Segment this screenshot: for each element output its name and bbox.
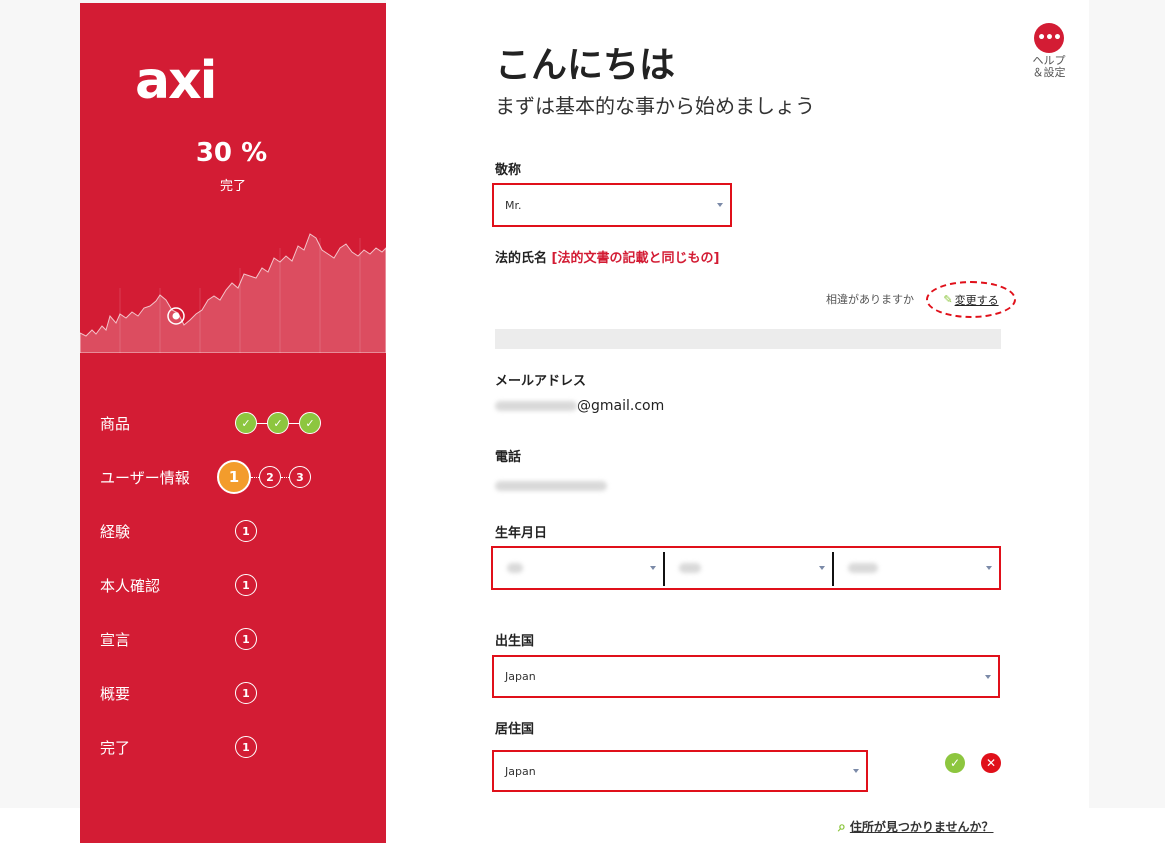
page-title: こんにちは (495, 45, 676, 86)
birth-date-label: 生年月日 (495, 526, 548, 541)
step-label: 商品 (100, 414, 131, 433)
search-icon: ⌕ (838, 818, 846, 835)
redacted-phone (495, 481, 607, 491)
birth-country-select[interactable]: Japan (492, 655, 1000, 698)
step-products[interactable]: 商品 ✓ ✓ ✓ (100, 408, 380, 438)
step-user-info[interactable]: ユーザー情報 1 2 3 (100, 460, 380, 494)
birth-country-label: 出生国 (495, 634, 535, 649)
step-number: 1 (235, 736, 257, 758)
chevron-down-icon (853, 769, 859, 773)
residence-country-label: 居住国 (495, 722, 535, 737)
email-label: メールアドレス (495, 374, 587, 389)
progress-percent-text: 30 % (195, 138, 268, 168)
step-number: 1 (235, 574, 257, 596)
step-label: ユーザー情報 (100, 468, 190, 487)
step-complete[interactable]: 完了 1 (100, 732, 380, 762)
address-not-found-link[interactable]: ⌕ 住所が見つかりませんか？ (838, 818, 994, 835)
step-label: 経験 (100, 522, 131, 541)
step-label: 概要 (100, 684, 131, 703)
residence-country-select[interactable]: Japan (492, 750, 868, 792)
sidebar: axi 30 % 完了 商品 ✓ ✓ ✓ ユーザー情報 1 2 3 経験 1 本… (80, 3, 386, 843)
birth-date-select-group (491, 546, 1001, 590)
cancel-x-icon[interactable]: ✕ (981, 753, 1001, 773)
progress-percent: 30 % (80, 138, 386, 168)
help-settings-label[interactable]: ヘルプ ＆設定 (1020, 55, 1078, 79)
step-label: 宣言 (100, 630, 131, 649)
phone-label: 電話 (495, 450, 522, 465)
step-experience[interactable]: 経験 1 (100, 516, 380, 546)
pencil-icon: ✎ (943, 293, 953, 306)
step-connector (281, 476, 289, 478)
redacted-email-user (495, 401, 577, 411)
chevron-down-icon (819, 566, 825, 570)
step-label: 完了 (100, 738, 131, 757)
step-label: 本人確認 (100, 576, 161, 595)
birth-year-select[interactable] (834, 548, 999, 588)
step-number: 1 (235, 628, 257, 650)
redacted-month (679, 563, 701, 573)
redacted-year (848, 563, 878, 573)
substep-2: 2 (259, 466, 281, 488)
legal-name-field (495, 329, 1001, 349)
step-indicators: 1 (235, 736, 257, 758)
check-icon: ✓ (267, 412, 289, 434)
step-indicators: 1 (235, 628, 257, 650)
help-label-line-2: ＆設定 (1032, 66, 1066, 79)
chevron-down-icon (650, 566, 656, 570)
step-indicators: 1 (235, 520, 257, 542)
step-identity[interactable]: 本人確認 1 (100, 570, 380, 600)
honorific-label: 敬称 (495, 163, 522, 178)
chevron-down-icon (985, 674, 991, 679)
page: axi 30 % 完了 商品 ✓ ✓ ✓ ユーザー情報 1 2 3 経験 1 本… (0, 0, 1165, 843)
step-summary[interactable]: 概要 1 (100, 678, 380, 708)
chart-current-dot (172, 312, 180, 320)
legal-name-label-text: 法的氏名 (495, 251, 548, 266)
more-dots-icon[interactable]: ••• (1034, 23, 1064, 53)
redacted-day (507, 563, 523, 573)
check-icon: ✓ (299, 412, 321, 434)
discrepancy-text: 相違がありますか (826, 293, 914, 306)
step-connector (257, 422, 267, 424)
step-indicators: ✓ ✓ ✓ (235, 412, 321, 434)
legal-name-note: [法的文書の記載と同じもの] (551, 251, 720, 266)
main-content-area (386, 0, 1089, 843)
step-declaration[interactable]: 宣言 1 (100, 624, 380, 654)
confirm-check-icon[interactable]: ✓ (945, 753, 965, 773)
progress-label: 完了 (219, 179, 246, 194)
email-domain: @gmail.com (577, 398, 665, 414)
progress-chart (80, 233, 386, 353)
birth-day-select[interactable] (493, 548, 663, 588)
email-value: @gmail.com (495, 398, 664, 414)
substep-3: 3 (289, 466, 311, 488)
residence-country-value: Japan (505, 764, 536, 778)
check-icon: ✓ (235, 412, 257, 434)
step-connector (289, 422, 299, 424)
step-indicators: 1 (235, 574, 257, 596)
birth-month-select[interactable] (665, 548, 832, 588)
step-number: 1 (235, 682, 257, 704)
chart-area (80, 233, 386, 353)
step-number: 1 (235, 520, 257, 542)
honorific-value: Mr. (505, 198, 522, 212)
legal-name-label: 法的氏名 [法的文書の記載と同じもの] (495, 247, 719, 266)
change-name-label: 変更する (954, 293, 999, 307)
honorific-select[interactable]: Mr. (492, 183, 732, 227)
axi-logo: axi (135, 51, 217, 111)
birth-country-value: Japan (505, 670, 536, 683)
step-indicators: 1 2 3 (217, 460, 311, 494)
step-indicators: 1 (235, 682, 257, 704)
chevron-down-icon (717, 203, 723, 207)
phone-value (495, 476, 607, 495)
substep-1-active: 1 (217, 460, 251, 494)
change-name-link[interactable]: ✎ 変更する (926, 281, 1016, 318)
chevron-down-icon (986, 566, 992, 570)
address-not-found-text: 住所が見つかりませんか？ (849, 820, 994, 834)
page-subtitle: まずは基本的な事から始めましょう (495, 94, 815, 118)
step-connector (251, 476, 259, 478)
